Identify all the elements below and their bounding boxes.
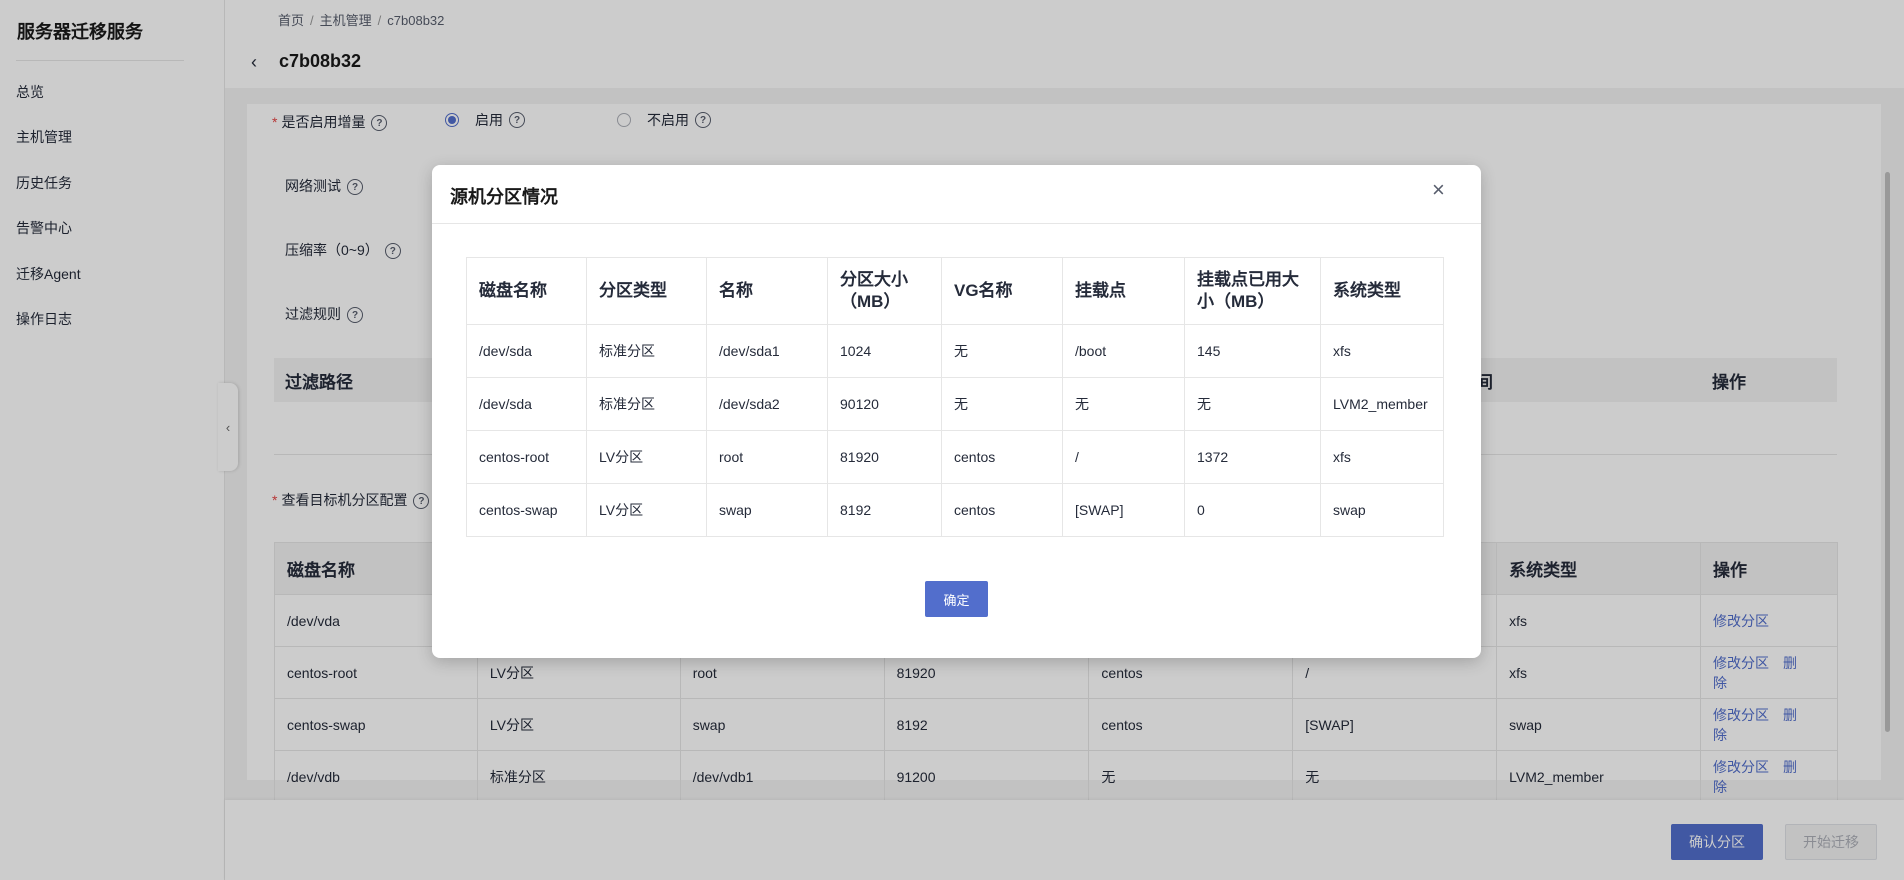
table-cell: 81920: [827, 430, 942, 484]
table-cell: 1372: [1184, 430, 1321, 484]
table-cell: 1024: [827, 324, 942, 378]
close-icon[interactable]: ×: [1432, 179, 1445, 201]
table-cell: 无: [1184, 377, 1321, 431]
table-cell: /dev/sda: [466, 377, 587, 431]
table-cell: /dev/sda: [466, 324, 587, 378]
table-header-row: 磁盘名称 分区类型 名称 分区大小（MB） VG名称 挂载点 挂载点已用大小（M…: [466, 257, 1444, 325]
column-header: 系统类型: [1320, 257, 1444, 325]
table-cell: 90120: [827, 377, 942, 431]
table-row: centos-root LV分区 root 81920 centos / 137…: [466, 430, 1444, 484]
table-cell: centos-root: [466, 430, 587, 484]
table-cell: 145: [1184, 324, 1321, 378]
table-cell: 无: [941, 377, 1063, 431]
table-cell: root: [706, 430, 828, 484]
table-cell: LV分区: [586, 430, 707, 484]
column-header: 名称: [706, 257, 828, 325]
table-cell: xfs: [1320, 430, 1444, 484]
table-row: /dev/sda 标准分区 /dev/sda2 90120 无 无 无 LVM2…: [466, 377, 1444, 431]
table-cell: centos: [941, 483, 1063, 537]
table-cell: LV分区: [586, 483, 707, 537]
column-header: 磁盘名称: [466, 257, 587, 325]
table-row: /dev/sda 标准分区 /dev/sda1 1024 无 /boot 145…: [466, 324, 1444, 378]
table-cell: 无: [941, 324, 1063, 378]
source-partition-table: 磁盘名称 分区类型 名称 分区大小（MB） VG名称 挂载点 挂载点已用大小（M…: [466, 257, 1444, 537]
table-cell: /dev/sda1: [706, 324, 828, 378]
column-header: VG名称: [941, 257, 1063, 325]
column-header: 挂载点: [1062, 257, 1185, 325]
table-cell: 8192: [827, 483, 942, 537]
dialog-title: 源机分区情况: [450, 187, 558, 207]
table-cell: swap: [706, 483, 828, 537]
table-row: centos-swap LV分区 swap 8192 centos [SWAP]…: [466, 483, 1444, 537]
table-cell: [SWAP]: [1062, 483, 1185, 537]
table-cell: 标准分区: [586, 324, 707, 378]
column-header: 挂载点已用大小（MB）: [1184, 257, 1321, 325]
source-partition-dialog: 源机分区情况 × 磁盘名称 分区类型 名称 分区大小（MB） VG名称 挂载点 …: [432, 165, 1481, 658]
table-cell: xfs: [1320, 324, 1444, 378]
table-cell: swap: [1320, 483, 1444, 537]
column-header: 分区类型: [586, 257, 707, 325]
dialog-divider: [432, 223, 1481, 224]
dialog-ok-button[interactable]: 确定: [925, 581, 988, 617]
table-cell: LVM2_member: [1320, 377, 1444, 431]
table-cell: 0: [1184, 483, 1321, 537]
table-cell: /dev/sda2: [706, 377, 828, 431]
table-cell: 标准分区: [586, 377, 707, 431]
table-cell: centos-swap: [466, 483, 587, 537]
table-cell: centos: [941, 430, 1063, 484]
column-header: 分区大小（MB）: [827, 257, 942, 325]
table-cell: /boot: [1062, 324, 1185, 378]
table-cell: /: [1062, 430, 1185, 484]
table-cell: 无: [1062, 377, 1185, 431]
